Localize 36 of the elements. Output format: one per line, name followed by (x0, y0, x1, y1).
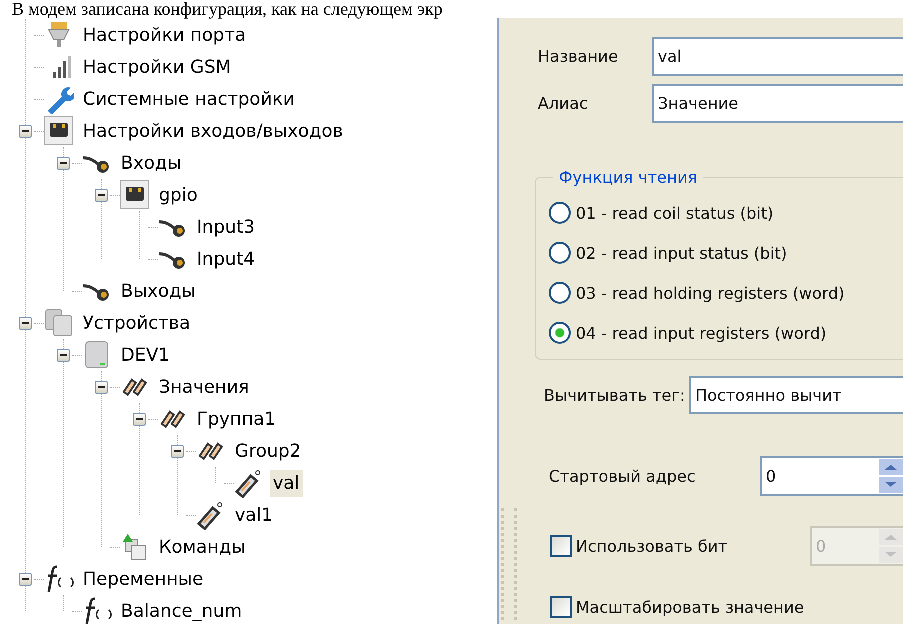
tree-item[interactable]: Настройки порта (80, 22, 250, 48)
checkbox-label: Масштабировать значение (576, 598, 804, 616)
tree-item[interactable]: Group2 (232, 438, 304, 464)
tree-item[interactable]: Input3 (194, 214, 258, 240)
tree-item[interactable]: DEV1 (118, 342, 173, 368)
document-text: В модем записана конфигурация, как на следующем экр (11, 0, 443, 18)
field-label: Стартовый адрес (548, 466, 697, 486)
checkbox-label: Использовать бит (576, 536, 729, 556)
number-field[interactable]: 0 (762, 458, 877, 494)
alias-field[interactable]: Значение (652, 84, 903, 123)
tree-item[interactable]: Настройки входов/выходов (80, 118, 346, 144)
tree-item[interactable]: Balance_num (118, 598, 246, 624)
tree-item[interactable]: Значения (156, 374, 252, 400)
tree-item[interactable]: Input4 (194, 246, 258, 272)
tree-item[interactable]: Выходы (118, 278, 199, 304)
tree-item[interactable]: Команды (156, 534, 249, 560)
name-field[interactable]: val (652, 37, 903, 76)
tree-item[interactable]: Устройства (80, 310, 194, 336)
spin-box[interactable]: 0 (760, 456, 903, 496)
field-label: Вычитывать тег: (543, 386, 686, 404)
group-title: Функция чтения (558, 168, 698, 187)
tree-item[interactable]: val (270, 470, 303, 496)
tree-item[interactable]: val1 (232, 502, 276, 528)
tree-item[interactable]: Входы (118, 150, 185, 176)
tree-item[interactable]: gpio (156, 182, 201, 208)
radio-label: 04 - read input registers (word) (576, 324, 827, 342)
radio-label: 01 - read coil status (bit) (576, 204, 774, 222)
tree-item[interactable]: Системные настройки (80, 86, 298, 112)
field-label: Алиас (538, 94, 590, 113)
tree-item[interactable]: Настройки GSM (80, 54, 234, 80)
radio-label: 03 - read holding registers (word) (576, 284, 845, 302)
tree-item[interactable]: Группа1 (194, 406, 280, 432)
read-mode-field[interactable]: Постоянно вычит (689, 376, 903, 414)
radio-label: 02 - read input status (bit) (576, 244, 788, 262)
tree-item[interactable]: Переменные (80, 566, 207, 592)
field-label: Название (538, 47, 620, 66)
